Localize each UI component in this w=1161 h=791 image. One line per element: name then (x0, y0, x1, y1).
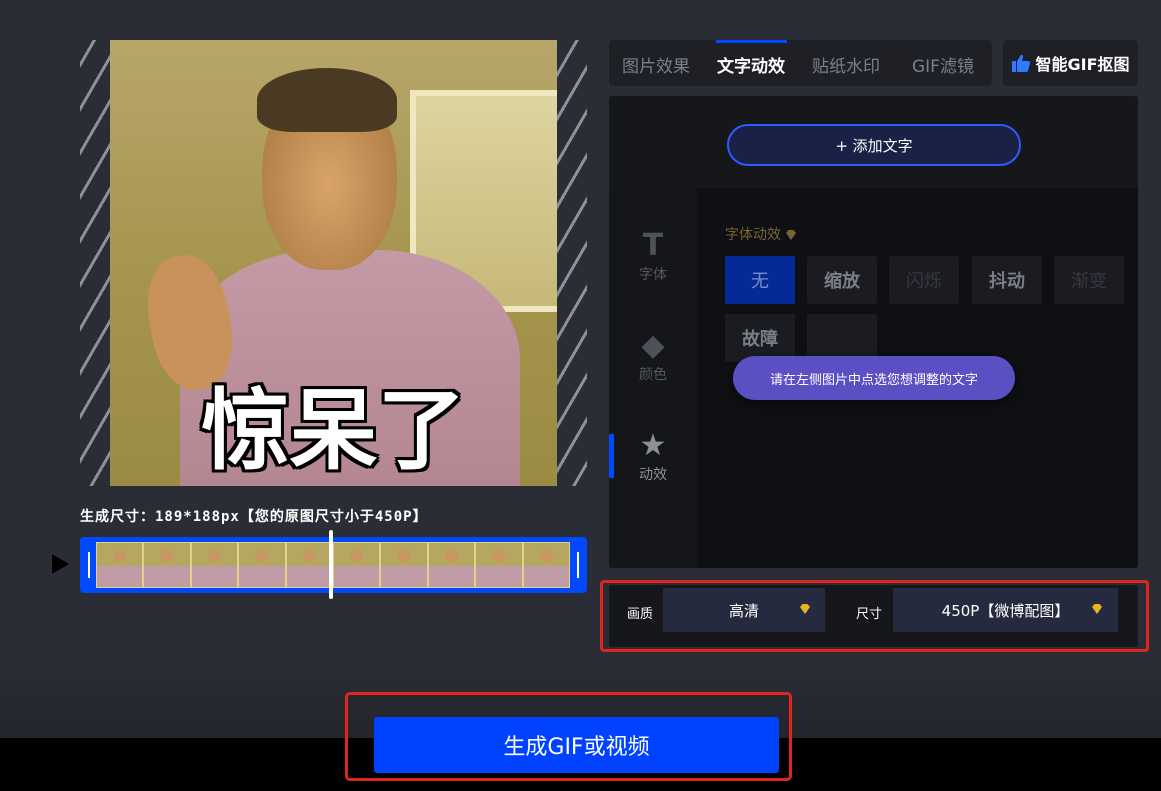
timeline-frame[interactable] (333, 542, 381, 588)
text-side-nav: T 字体 ◆ 颜色 ★ 动效 (609, 188, 697, 568)
tab-gif-filters[interactable]: GIF滤镜 (912, 52, 974, 77)
caption-text[interactable]: 惊呆了 (110, 360, 557, 486)
star-list-icon: ★ (639, 428, 667, 463)
smart-button-label: 智能GIF抠图 (1035, 55, 1130, 74)
effect-shake[interactable]: 抖动 (972, 256, 1042, 304)
effect-empty[interactable] (807, 314, 877, 362)
timeline-frame[interactable] (96, 542, 144, 588)
highlight-box-generate (345, 692, 792, 781)
add-text-area: + 添加文字 (609, 96, 1138, 188)
timeline-frame[interactable] (190, 542, 239, 588)
timeline-end-handle[interactable] (577, 552, 579, 578)
tab-image-effects[interactable]: 图片效果 (622, 52, 690, 77)
effect-blink[interactable]: 闪烁 (889, 256, 959, 304)
thumbs-up-icon (1012, 54, 1031, 72)
timeline-start-handle[interactable] (88, 552, 90, 578)
text-animation-panel: + 添加文字 T 字体 ◆ 颜色 ★ 动效 字体动效 无 缩放 闪烁 抖动 渐变… (609, 96, 1138, 568)
side-nav-effects-label: 动效 (639, 467, 667, 483)
side-nav-active-bar (609, 434, 614, 478)
editor-tabs: 图片效果 文字动效 贴纸水印 GIF滤镜 (609, 40, 992, 86)
font-effects-label: 字体动效 (725, 224, 797, 244)
side-nav-color[interactable]: ◆ 颜色 (609, 328, 697, 384)
play-icon[interactable] (52, 554, 69, 574)
effect-none[interactable]: 无 (725, 256, 795, 304)
timeline-frame[interactable] (143, 542, 191, 588)
output-size-info: 生成尺寸：189*188px【您的原图尺寸小于450P】 (80, 509, 428, 525)
paint-bucket-icon: ◆ (641, 328, 665, 363)
smart-gif-cutout-button[interactable]: 智能GIF抠图 (1003, 40, 1138, 86)
highlight-box-quality (600, 580, 1149, 652)
frame-timeline[interactable] (80, 537, 587, 593)
timeline-frame[interactable] (285, 542, 334, 588)
font-icon: T (642, 228, 664, 263)
active-tab-indicator (716, 40, 787, 43)
side-nav-font[interactable]: T 字体 (609, 228, 697, 284)
side-nav-color-label: 颜色 (639, 367, 667, 383)
tab-text-animation[interactable]: 文字动效 (717, 52, 785, 77)
frame-strip (96, 542, 571, 588)
side-nav-effects[interactable]: ★ 动效 (609, 428, 697, 484)
person-hair (257, 68, 397, 132)
playhead[interactable] (329, 530, 333, 599)
add-text-button[interactable]: + 添加文字 (727, 124, 1021, 166)
timeline-frame[interactable] (427, 542, 476, 588)
side-nav-font-label: 字体 (639, 267, 667, 283)
effect-glitch[interactable]: 故障 (725, 314, 795, 362)
effect-gradient[interactable]: 渐变 (1054, 256, 1124, 304)
tab-stickers-watermark[interactable]: 贴纸水印 (812, 52, 880, 77)
effect-zoom[interactable]: 缩放 (807, 256, 877, 304)
timeline-frame[interactable] (475, 542, 523, 588)
select-text-tooltip: 请在左侧图片中点选您想调整的文字 (733, 356, 1015, 400)
gif-preview-image[interactable]: 惊呆了 (110, 40, 557, 486)
timeline-frame[interactable] (522, 542, 571, 588)
gem-icon (786, 230, 797, 240)
timeline-frame[interactable] (238, 542, 286, 588)
timeline-frame[interactable] (380, 542, 428, 588)
